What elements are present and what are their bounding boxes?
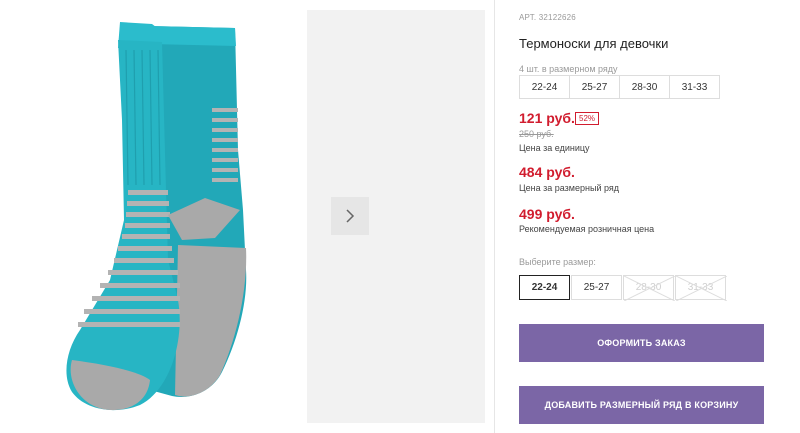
size-range-item: 25-27 (569, 75, 620, 99)
gallery-thumbnail-panel (307, 10, 485, 423)
range-price: 484 руб. (519, 164, 575, 180)
product-image-main (0, 0, 300, 433)
size-option-unavailable: 28-30 (623, 275, 675, 301)
size-select-prompt: Выберите размер: (519, 257, 596, 267)
size-range-item: 31-33 (669, 75, 720, 99)
pack-note: 4 шт. в размерном ряду (519, 64, 618, 74)
place-order-button[interactable]: ОФОРМИТЬ ЗАКАЗ (519, 324, 764, 362)
product-sku: АРТ. 32122626 (519, 13, 576, 22)
size-option[interactable]: 25-27 (571, 275, 622, 300)
size-range-item: 22-24 (519, 75, 570, 99)
discount-badge: 52% (575, 112, 600, 125)
chevron-right-icon (346, 209, 355, 223)
range-price-label: Цена за размерный ряд (519, 183, 620, 193)
gallery-next-button[interactable] (331, 197, 369, 235)
retail-price: 499 руб. (519, 206, 575, 222)
sock-pair-image (66, 22, 247, 411)
product-title: Термоноски для девочки (519, 36, 669, 51)
cross-out-icon (624, 276, 675, 301)
size-option-unavailable: 31-33 (675, 275, 727, 301)
old-price: 250 руб. (519, 129, 554, 139)
size-option-label: 22-24 (531, 282, 558, 293)
size-option-label: 25-27 (583, 282, 610, 293)
add-to-cart-button[interactable]: ДОБАВИТЬ РАЗМЕРНЫЙ РЯД В КОРЗИНУ (519, 386, 764, 424)
size-range-item: 28-30 (619, 75, 670, 99)
retail-price-label: Рекомендуемая розничная цена (519, 224, 655, 234)
size-option[interactable]: 22-24 (519, 275, 570, 300)
size-selector: 22-24 25-27 28-30 31-33 (519, 275, 727, 301)
unit-price: 121 руб. (519, 110, 575, 126)
size-range-list: 22-24 25-27 28-30 31-33 (519, 75, 720, 99)
cross-out-icon (676, 276, 727, 301)
unit-price-label: Цена за единицу (519, 143, 590, 153)
column-divider (494, 0, 495, 433)
